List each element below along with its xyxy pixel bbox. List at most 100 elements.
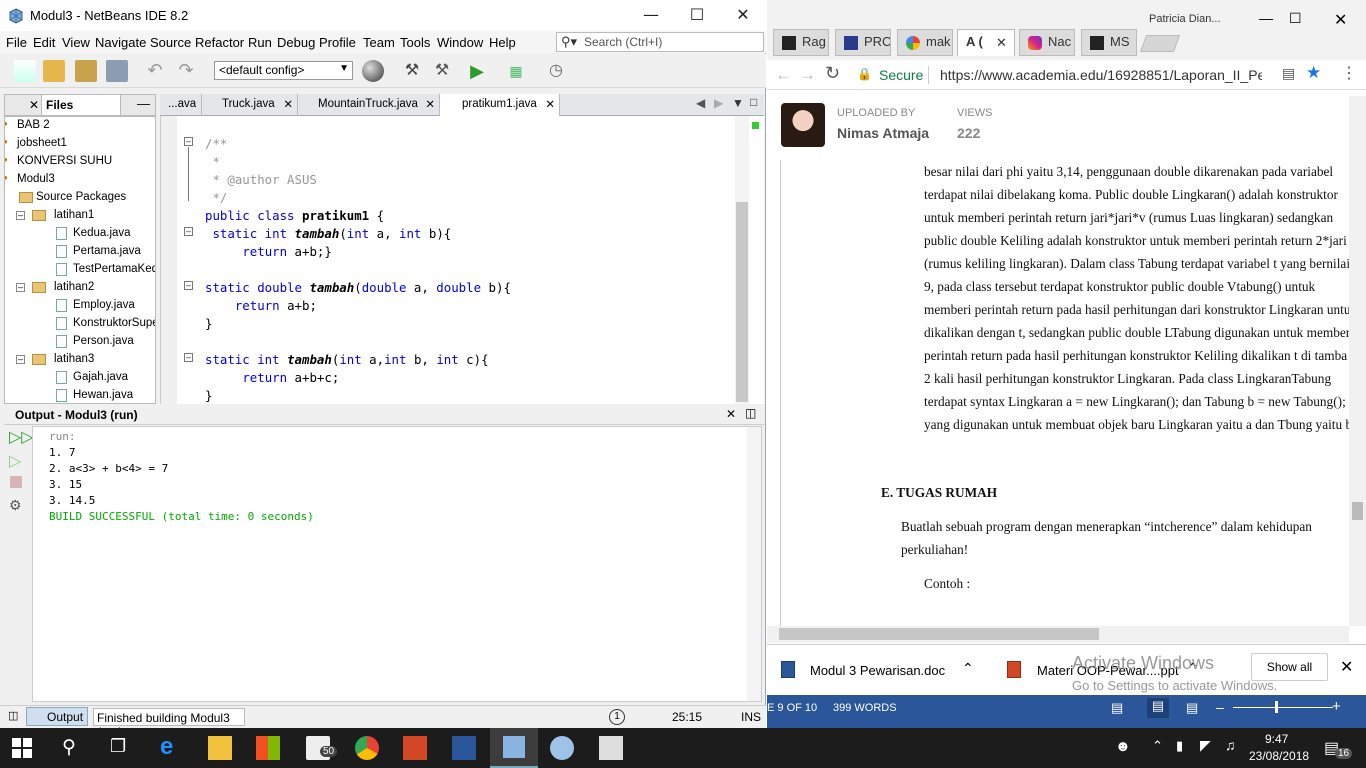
- tab-pratikum1[interactable]: pratikum1.java ✕: [440, 94, 560, 116]
- volume-icon[interactable]: ♫: [1225, 737, 1236, 753]
- clock-date[interactable]: 23/08/2018: [1249, 749, 1309, 763]
- stop-icon[interactable]: [10, 476, 22, 488]
- menu-view[interactable]: View: [62, 35, 90, 50]
- status-output-tab[interactable]: Output: [26, 707, 88, 726]
- menu-team[interactable]: Team: [363, 35, 395, 50]
- tree-item[interactable]: Kedua.java: [73, 227, 131, 239]
- tab-editor[interactable]: ...ava: [164, 94, 202, 116]
- collapse-toggle[interactable]: –: [16, 283, 25, 292]
- tree-item[interactable]: latihan1: [54, 209, 94, 221]
- tree-item[interactable]: latihan3: [54, 353, 94, 365]
- globe-icon[interactable]: [362, 60, 384, 82]
- close-download-bar-icon[interactable]: ✕: [1340, 657, 1353, 677]
- maximize-button[interactable]: ☐: [1289, 10, 1302, 27]
- scroll-left-icon[interactable]: ◀: [696, 96, 705, 110]
- fold-icon[interactable]: –: [184, 137, 193, 146]
- fold-icon[interactable]: –: [184, 353, 193, 362]
- powerpoint-icon[interactable]: [403, 736, 427, 760]
- clock-time[interactable]: 9:47: [1265, 732, 1288, 746]
- clean-build-icon[interactable]: ⚒: [431, 60, 453, 82]
- search-input[interactable]: ⚲▾ Search (Ctrl+I): [556, 32, 764, 52]
- url-input[interactable]: https://www.academia.edu/16928851/Lapora…: [940, 67, 1262, 83]
- close-output-icon[interactable]: ✕: [726, 407, 736, 421]
- show-all-button[interactable]: Show all: [1251, 653, 1328, 681]
- uploader-name[interactable]: Nimas Atmaja: [837, 125, 929, 141]
- close-button[interactable]: ✕: [720, 0, 766, 31]
- tab-list-icon[interactable]: ▼: [732, 96, 744, 110]
- menu-navigate[interactable]: Navigate: [95, 35, 146, 50]
- paint-icon[interactable]: [550, 736, 574, 760]
- tree-item[interactable]: KonstruktorSupe: [73, 317, 155, 329]
- profile-name[interactable]: Patricia Dian...: [1149, 13, 1221, 25]
- browser-tab[interactable]: PRC: [835, 29, 891, 56]
- secure-label[interactable]: Secure: [879, 67, 923, 83]
- tab-truck[interactable]: Truck.java ✕: [202, 94, 298, 116]
- tree-item[interactable]: TestPertamaKed: [73, 263, 155, 275]
- page-scrollbar[interactable]: [1349, 96, 1366, 626]
- tree-item[interactable]: Employ.java: [73, 299, 135, 311]
- web-layout-icon[interactable]: ▤: [1186, 700, 1198, 716]
- profile-icon[interactable]: ◷: [545, 60, 567, 82]
- rerun-icon[interactable]: ▷▷: [9, 427, 34, 447]
- tree-item[interactable]: KONVERSI SUHU: [17, 155, 112, 167]
- maximize-button[interactable]: ☐: [674, 0, 720, 31]
- code-editor[interactable]: – – – – /** * * @author ASUS */ public c…: [160, 116, 764, 404]
- minimize-button[interactable]: —: [628, 0, 674, 31]
- minimize-panel-icon[interactable]: —: [137, 96, 150, 111]
- tree-item[interactable]: jobsheet1: [17, 137, 67, 149]
- battery-icon[interactable]: ▮: [1176, 738, 1183, 754]
- chrome-icon[interactable]: [355, 736, 379, 760]
- zoom-out-icon[interactable]: –: [1216, 699, 1224, 715]
- float-output-icon[interactable]: ◫: [745, 406, 756, 420]
- close-tab-icon[interactable]: ✕: [545, 97, 555, 111]
- chevron-up-icon[interactable]: ⌃: [962, 660, 974, 677]
- undo-icon[interactable]: ↶: [144, 60, 166, 82]
- tree-item[interactable]: Pertama.java: [73, 245, 141, 257]
- close-button[interactable]: ✕: [1334, 10, 1347, 30]
- tree-item[interactable]: Hewan.java: [73, 389, 133, 401]
- minimize-button[interactable]: —: [1259, 10, 1273, 26]
- photos-icon[interactable]: [599, 736, 623, 760]
- chevron-up-icon[interactable]: ⌃: [1152, 738, 1163, 754]
- close-tab-icon[interactable]: ✕: [425, 97, 435, 111]
- browser-tab-active[interactable]: A (✕: [957, 29, 1015, 56]
- scroll-right-icon[interactable]: ▶: [714, 96, 723, 110]
- fold-icon[interactable]: –: [184, 227, 193, 236]
- browser-tab[interactable]: Nac: [1019, 29, 1075, 56]
- start-windows-icon[interactable]: [12, 738, 32, 758]
- open-project-icon[interactable]: [75, 60, 97, 82]
- menu-run[interactable]: Run: [248, 35, 272, 50]
- projects-close-icon[interactable]: ✕: [29, 98, 39, 112]
- search-icon[interactable]: ⚲: [62, 736, 76, 759]
- close-tab-icon[interactable]: ✕: [283, 97, 293, 111]
- menu-profile[interactable]: Profile: [319, 35, 356, 50]
- download-item[interactable]: Modul 3 Pewarisan.doc: [810, 663, 945, 678]
- back-icon[interactable]: ←: [775, 65, 792, 85]
- output-scrollbar[interactable]: [747, 427, 761, 701]
- run-icon[interactable]: ▶: [466, 60, 488, 82]
- collapse-toggle[interactable]: –: [16, 211, 25, 220]
- zoom-slider[interactable]: [1233, 707, 1333, 708]
- zoom-thumb[interactable]: [1275, 701, 1278, 713]
- restore-icon[interactable]: ◫: [8, 709, 18, 722]
- browser-tab[interactable]: Rag: [773, 29, 829, 56]
- browser-tab[interactable]: MS: [1081, 29, 1137, 56]
- task-view-icon[interactable]: ❐: [110, 736, 126, 757]
- wifi-icon[interactable]: ◤: [1200, 737, 1211, 754]
- editor-scrollbar[interactable]: [735, 116, 749, 404]
- menu-source[interactable]: Source: [150, 35, 191, 50]
- tree-item[interactable]: Source Packages: [36, 191, 126, 203]
- output-console[interactable]: run: 1. 7 2. a<3> + b<4> = 7 3. 15 3. 14…: [32, 426, 762, 702]
- browser-tab[interactable]: mak: [897, 29, 953, 56]
- debug-icon[interactable]: ▦: [505, 60, 527, 82]
- horizontal-scrollbar[interactable]: [767, 626, 1349, 643]
- menu-edit[interactable]: Edit: [33, 35, 55, 50]
- people-icon[interactable]: ☻: [1115, 738, 1131, 755]
- close-tab-icon[interactable]: ✕: [996, 35, 1007, 51]
- tab-files[interactable]: Files: [41, 95, 121, 115]
- menu-tools[interactable]: Tools: [400, 35, 430, 50]
- tree-item[interactable]: latihan2: [54, 281, 94, 293]
- tree-item[interactable]: Gajah.java: [73, 371, 128, 383]
- tree-item[interactable]: BAB 2: [17, 119, 50, 131]
- netbeans-taskbar-button[interactable]: [490, 728, 538, 768]
